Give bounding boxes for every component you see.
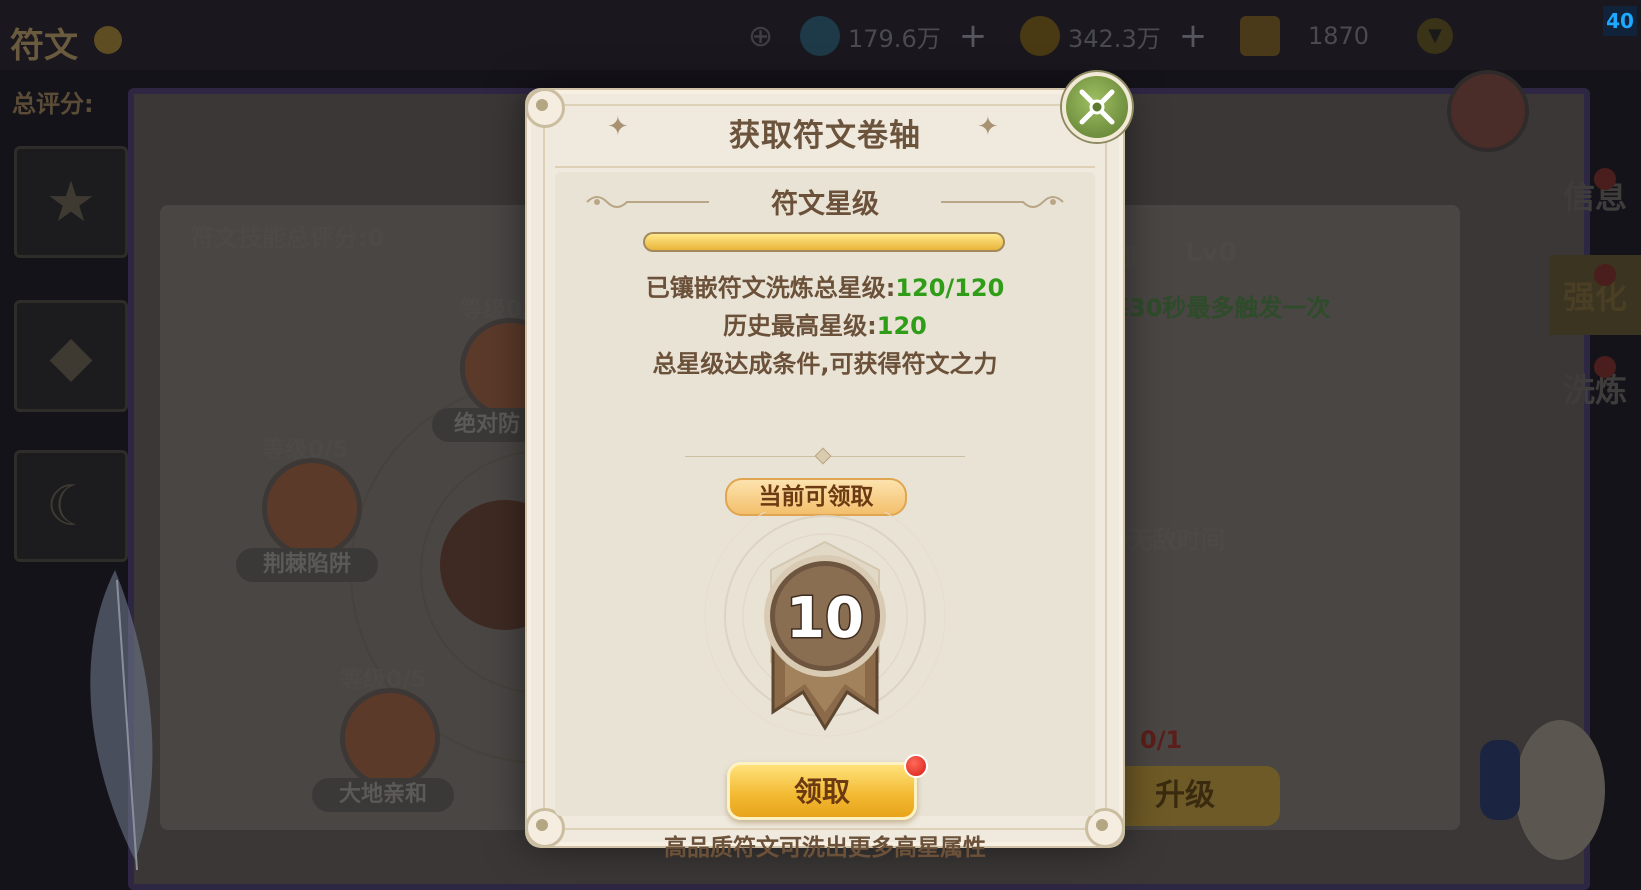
plus-icon[interactable]: + [959, 16, 988, 56]
moon-coin-icon [800, 16, 840, 56]
max-star-value: 120 [876, 312, 927, 340]
claim-button[interactable]: 领取 [727, 762, 917, 820]
panel-close-button[interactable] [1447, 70, 1529, 152]
tab-info[interactable]: 信息 [1549, 155, 1641, 235]
rune-scroll-dialog: ✦ ✦ 获取符文卷轴 符文星级 已镶嵌符文洗炼总星级:120/120 历史最高星… [525, 88, 1125, 861]
skill-name: 绝对防 [432, 408, 542, 442]
resource-value: 179.6万 [848, 24, 941, 53]
skill-total-score: 符文技能总评分:0 [190, 224, 385, 252]
moon-icon: ☾ [45, 473, 97, 539]
help-icon [94, 26, 122, 54]
skill-detail-level: Lv0 [1185, 238, 1237, 268]
add-circle-icon[interactable]: ⊕ [748, 19, 773, 54]
gem-icon [1240, 16, 1280, 56]
resource-add-icon-wrap: ⊕ [748, 16, 773, 56]
flourish-right-icon [941, 196, 1064, 208]
close-button[interactable] [1062, 72, 1132, 142]
skill-name: 荆棘陷阱 [236, 548, 378, 582]
skill-node-earth-affinity[interactable] [340, 688, 440, 788]
resource-value: 342.3万 [1068, 24, 1161, 53]
resource-gold: 342.3万 + [1020, 16, 1207, 56]
dialog-title: 获取符文卷轴 [729, 118, 921, 154]
footer-note: 高品质符文可洗出更多高星属性 [664, 835, 986, 861]
reward-medal: 10 [704, 512, 946, 737]
close-icon [1079, 89, 1115, 125]
tab-enhance[interactable]: 强化 [1549, 255, 1641, 335]
skill-effect-line: 每30秒最多触发一次 [1105, 294, 1331, 322]
total-star-value: 120/120 [895, 274, 1005, 302]
notification-dot [1594, 356, 1616, 378]
content-card: 符文星级 已镶嵌符文洗炼总星级:120/120 历史最高星级:120 总星级达成… [555, 172, 1095, 861]
resource-value: 1870 [1308, 22, 1370, 50]
total-star-label: 已镶嵌符文洗炼总星级: [645, 274, 896, 302]
feather-quill-icon [90, 570, 153, 871]
max-star-line: 历史最高星级:120 [555, 306, 1095, 341]
star-progress-bar [643, 232, 1005, 252]
resource-gem: 1870 ▼ [1240, 16, 1454, 56]
notification-dot [1594, 168, 1616, 190]
skill-name: 大地亲和 [312, 778, 454, 812]
progress-fill [645, 234, 1003, 250]
tab-gem[interactable]: ◆ [14, 300, 128, 412]
skill-effect-line-2: 秒无敌时间 [1105, 526, 1225, 554]
title-divider [555, 166, 1095, 168]
page-title: 符文 [10, 26, 78, 66]
notification-dot [904, 754, 928, 778]
condition-text: 总星级达成条件,可获得符文之力 [652, 350, 998, 378]
reward-count: 10 [786, 586, 864, 651]
skill-node-thorn-trap[interactable] [262, 458, 362, 558]
total-star-line: 已镶嵌符文洗炼总星级:120/120 [555, 268, 1095, 303]
upgrade-material-counter: 0/1 [1140, 726, 1183, 754]
chevron-down-icon[interactable]: ▼ [1417, 18, 1454, 54]
star-icon: ★ [45, 169, 97, 235]
available-badge: 当前可领取 [725, 478, 907, 516]
gold-coin-icon [1020, 16, 1060, 56]
mascot-icon [1480, 720, 1605, 860]
resource-moon: 179.6万 + [800, 16, 987, 56]
plus-icon[interactable]: + [1179, 16, 1208, 56]
max-star-label: 历史最高星级: [723, 312, 877, 340]
tab-star[interactable]: ★ [14, 146, 128, 258]
total-score-label: 总评分: [12, 90, 94, 118]
notification-dot [1594, 264, 1616, 286]
fps-counter: 40 [1603, 6, 1637, 36]
diamond-icon: ◆ [49, 323, 93, 389]
divider-gem-icon [814, 447, 832, 465]
tab-moon[interactable]: ☾ [14, 450, 128, 562]
